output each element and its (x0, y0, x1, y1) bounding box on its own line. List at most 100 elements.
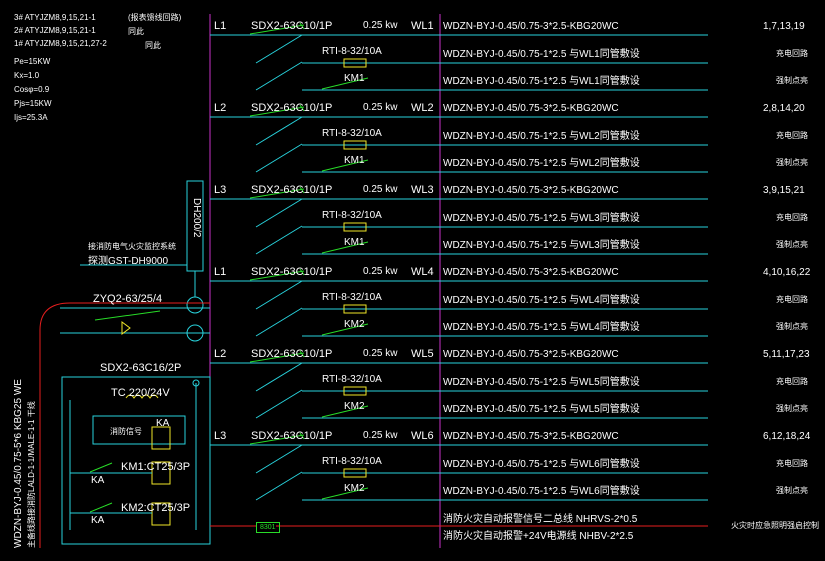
circuit-id: WL3 (411, 184, 434, 196)
annotation-label: (报表馈线回路) (128, 13, 182, 22)
circuit-cable: WDZN-BYJ-0.45/0.75-3*2.5-KBG20WC (443, 349, 619, 360)
circuit-cable: WDZN-BYJ-0.45/0.75-3*2.5-KBG20WC (443, 103, 619, 114)
ka-label-2: KA (91, 515, 105, 526)
circuit-branch-diag (255, 280, 303, 310)
signal-right-note: 火灾时应急照明强启控制 (731, 521, 819, 530)
circuit-rti: RTI-8-32/10A (322, 292, 382, 303)
circuit-note: 充电回路 (776, 49, 808, 58)
circuit-cable: WDZN-BYJ-0.45/0.75-1*2.5 与WL5同管敷设 (443, 377, 640, 388)
circuit-note: 6,12,18,24 (763, 431, 811, 442)
circuit-power: 0.25 kw (363, 20, 398, 31)
circuit-cable: WDZN-BYJ-0.45/0.75-1*2.5 与WL3同管敷设 (443, 240, 640, 251)
circuit-cable: WDZN-BYJ-0.45/0.75-1*2.5 与WL2同管敷设 (443, 158, 640, 169)
circuit-power: 0.25 kw (363, 348, 398, 359)
ka-contact-1 (89, 462, 113, 473)
circuit-note: 4,10,16,22 (763, 267, 811, 278)
circuit-note: 强制点亮 (776, 158, 808, 167)
circuit-id: WL6 (411, 430, 434, 442)
ka-box-label: KA (156, 418, 170, 429)
circuit-note: 3,9,15,21 (763, 185, 805, 196)
circuit-power: 0.25 kw (363, 102, 398, 113)
circuit-cable: WDZN-BYJ-0.45/0.75-1*2.5 与WL6同管敷设 (443, 486, 640, 497)
circuit-cable: WDZN-BYJ-0.45/0.75-1*2.5 与WL1同管敷设 (443, 49, 640, 60)
circuit-cable: WDZN-BYJ-0.45/0.75-1*2.5 与WL5同管敷设 (443, 404, 640, 415)
circuit-note: 强制点亮 (776, 322, 808, 331)
circuit-cable: WDZN-BYJ-0.45/0.75-1*2.5 与WL4同管敷设 (443, 322, 640, 333)
circuit-rti: RTI-8-32/10A (322, 210, 382, 221)
circuit-phase: L1 (214, 266, 227, 278)
circuit-note: 强制点亮 (776, 76, 808, 85)
circuit-cable: WDZN-BYJ-0.45/0.75-1*2.5 与WL2同管敷设 (443, 131, 640, 142)
circuit-breaker: SDX2-63C10/1P (251, 430, 333, 442)
param-pjs: Pjs=15KW (14, 99, 52, 108)
circuit-cable: WDZN-BYJ-0.45/0.75-1*2.5 与WL3同管敷设 (443, 213, 640, 224)
circuit-km: KM2 (344, 483, 365, 494)
km2-label: KM2:CT25/3P (121, 502, 191, 514)
circuit-cable: WDZN-BYJ-0.45/0.75-3*2.5-KBG20WC (443, 431, 619, 442)
circuit-branch-diag (255, 34, 303, 64)
dh-box-label: DH200/2 (191, 198, 202, 238)
circuit-cable: WDZN-BYJ-0.45/0.75-3*2.5-KBG20WC (443, 21, 619, 32)
circuit-id: WL2 (411, 102, 434, 114)
circuit-breaker: SDX2-63C10/1P (251, 348, 333, 360)
source-line-1: 3# ATYJZM8,9,15,21-1 (14, 13, 96, 22)
circuit-phase: L2 (214, 102, 227, 114)
param-cos: Cosφ=0.9 (14, 85, 50, 94)
circuit-branch-diag (255, 198, 303, 228)
circuit-id: WL4 (411, 266, 434, 278)
circuit-breaker: SDX2-63C10/1P (251, 20, 333, 32)
source-line-2: 2# ATYJZM8,9,15,21-1 (14, 26, 96, 35)
fire-signal-label: 消防信号 (110, 427, 142, 436)
ka-label-1: KA (91, 475, 105, 486)
circuit-note: 充电回路 (776, 131, 808, 140)
circuit-note: 2,8,14,20 (763, 103, 805, 114)
circuit-breaker: SDX2-63C10/1P (251, 266, 333, 278)
circuit-cable: WDZN-BYJ-0.45/0.75-1*2.5 与WL4同管敷设 (443, 295, 640, 306)
circuit-note: 1,7,13,19 (763, 21, 805, 32)
circuit-note: 充电回路 (776, 213, 808, 222)
param-kx: Kx=1.0 (14, 71, 40, 80)
circuit-breaker: SDX2-63C10/1P (251, 184, 333, 196)
sdx-main-label: SDX2-63C16/2P (100, 362, 182, 374)
circuit-km: KM2 (344, 319, 365, 330)
circuit-id: WL1 (411, 20, 434, 32)
circuit-phase: L3 (214, 430, 227, 442)
annotation-sub-2: 同此 (145, 41, 161, 50)
zyq-label: ZYQ2-63/25/4 (93, 293, 163, 305)
fire-alarm-label: 接消防电气火灾监控系统 (88, 242, 176, 251)
circuit-note: 5,11,17,23 (763, 349, 810, 360)
signal-line-1: 消防火灾自动报警信号二总线 NHRVS-2*0.5 (443, 514, 638, 525)
circuit-breaker: SDX2-63C10/1P (251, 102, 333, 114)
signal-tag: 8301 (256, 522, 280, 533)
circuit-branch-diag (255, 116, 303, 146)
circuit-branch-diag (255, 471, 303, 501)
circuit-note: 充电回路 (776, 377, 808, 386)
circuit-power: 0.25 kw (363, 266, 398, 277)
circuit-branch-diag (255, 143, 303, 173)
km1-label: KM1:CT25/3P (121, 461, 191, 473)
circuit-branch-diag (255, 225, 303, 255)
circuit-note: 强制点亮 (776, 240, 808, 249)
circuit-phase: L2 (214, 348, 227, 360)
circuit-phase: L3 (214, 184, 227, 196)
circuit-power: 0.25 kw (363, 184, 398, 195)
source-line-3: 1# ATYJZM8,9,15,21,27-2 (14, 39, 107, 48)
tc-label: TC 220/24V (111, 387, 170, 399)
signal-line-2: 消防火灾自动报警+24V电源线 NHBV-2*2.5 (443, 531, 634, 542)
circuit-note: 充电回路 (776, 295, 808, 304)
param-pe: Pe=15KW (14, 57, 51, 66)
annotation-sub-1: 同此 (128, 27, 144, 36)
param-ijs: Ijs=25.3A (14, 113, 48, 122)
feeder-vertical-label: WDZN-BYJ-0.45/0.75-5*6 KBG25 WE (13, 379, 24, 548)
zyq-switch (94, 310, 161, 321)
circuit-branch-diag (255, 61, 303, 91)
circuit-km: KM1 (344, 73, 365, 84)
circuit-note: 充电回路 (776, 459, 808, 468)
circuit-note: 强制点亮 (776, 404, 808, 413)
circuit-rti: RTI-8-32/10A (322, 374, 382, 385)
circuit-cable: WDZN-BYJ-0.45/0.75-3*2.5-KBG20WC (443, 267, 619, 278)
circuit-branch-diag (255, 307, 303, 337)
circuit-branch-diag (255, 362, 303, 392)
schematic-canvas: 3# ATYJZM8,9,15,21-1 2# ATYJZM8,9,15,21-… (0, 0, 825, 561)
ka-contact-2 (89, 502, 113, 513)
